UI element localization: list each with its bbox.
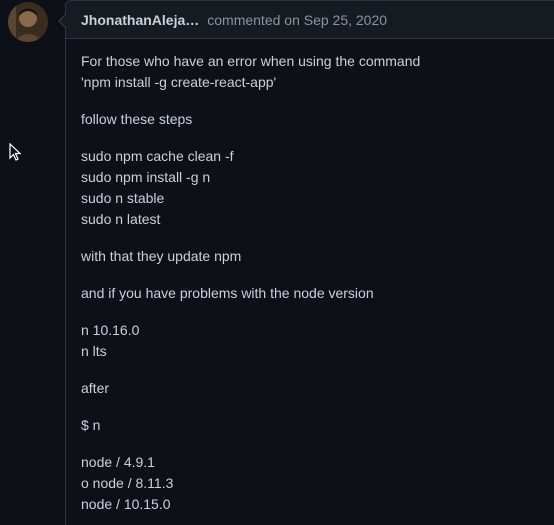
comment-paragraph: For those who have an error when using t… — [81, 51, 543, 93]
comment-text-line: after — [81, 380, 110, 396]
comment-paragraph: after — [81, 378, 543, 399]
avatar-image — [8, 2, 48, 42]
comment-text-line: sudo n stable — [81, 190, 165, 206]
comment-text-line: node / 10.15.0 — [81, 496, 171, 512]
comment-text-line: For those who have an error when using t… — [81, 53, 421, 69]
comment-text-line: with that they update npm — [81, 248, 242, 264]
comment-paragraph: node / 4.9.1 o node / 8.11.3 node / 10.15.… — [81, 452, 543, 515]
comment-box: JhonathanAleja… commented on Sep 25, 202… — [58, 0, 554, 525]
user-avatar[interactable] — [8, 2, 48, 42]
comment-text-line: follow these steps — [81, 111, 193, 127]
comment-text-line: n 10.16.0 — [81, 322, 140, 338]
comment-paragraph: follow these steps — [81, 109, 543, 130]
comment-paragraph: sudo npm cache clean -f sudo npm install … — [81, 146, 543, 230]
comment-text-line: sudo n latest — [81, 211, 161, 227]
comment-timestamp[interactable]: commented on Sep 25, 2020 — [207, 12, 387, 28]
comment-caret-inner — [60, 14, 67, 28]
comment-paragraph: $ n — [81, 415, 543, 436]
mouse-pointer-icon — [9, 143, 21, 161]
comment-text-line: node / 4.9.1 — [81, 454, 155, 470]
comment-paragraph: and if you have problems with the node v… — [81, 283, 543, 304]
comment-header: JhonathanAleja… commented on Sep 25, 202… — [66, 1, 554, 39]
comment-text-line: and if you have problems with the node v… — [81, 285, 374, 301]
comment-paragraph: n 10.16.0 n lts — [81, 320, 543, 362]
comment-text-line: 'npm install -g create-react-app' — [81, 74, 277, 90]
comment-text-line: n lts — [81, 343, 107, 359]
comment-text-line: sudo npm cache clean -f — [81, 148, 234, 164]
comment-text-line: o node / 8.11.3 — [81, 475, 174, 491]
page: JhonathanAleja… commented on Sep 25, 202… — [0, 0, 554, 525]
comment-paragraph: with that they update npm — [81, 246, 543, 267]
comment-author-link[interactable]: JhonathanAleja… — [81, 12, 199, 28]
comment-text-line: $ n — [81, 417, 101, 433]
comment-body: For those who have an error when using t… — [66, 39, 554, 515]
comment-text-line: sudo npm install -g n — [81, 169, 211, 185]
